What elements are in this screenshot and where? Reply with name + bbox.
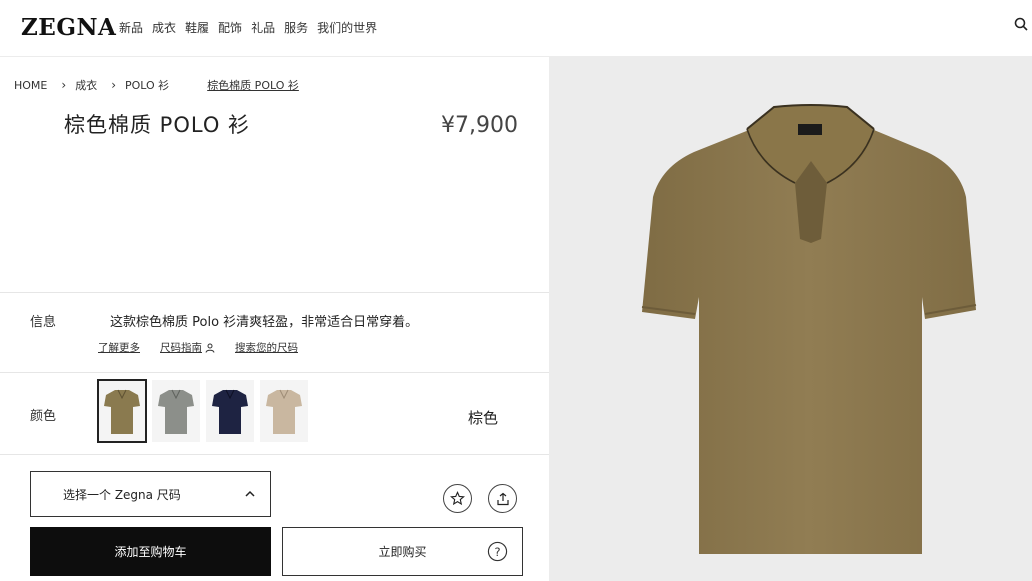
polo-grey-icon [158, 389, 194, 434]
swatch-brown[interactable] [97, 379, 147, 443]
divider [0, 292, 549, 293]
selected-color-name: 棕色 [468, 409, 499, 427]
chevron-up-icon [245, 490, 255, 497]
share-button[interactable] [488, 484, 517, 513]
size-select-label: 选择一个 Zegna 尺码 [63, 487, 181, 502]
polo-brown-icon [104, 389, 140, 434]
polo-navy-icon [212, 389, 248, 434]
info-label: 信息 [30, 315, 57, 330]
wishlist-button[interactable] [443, 484, 472, 513]
product-title: 棕色棉质 POLO 衫 [64, 113, 251, 137]
nav-item-shoes[interactable]: 鞋履 [185, 19, 209, 36]
divider [0, 454, 549, 455]
info-links: 了解更多 尺码指南 搜索您的尺码 [98, 340, 298, 355]
color-swatches [97, 379, 308, 443]
learn-more-link[interactable]: 了解更多 [98, 340, 140, 355]
breadcrumb: HOME › 成衣 › POLO 衫 棕色棉质 POLO 衫 [14, 77, 299, 93]
chevron-right-icon: › [61, 78, 67, 92]
swatch-grey[interactable] [152, 380, 200, 442]
nav-item-our-world[interactable]: 我们的世界 [317, 19, 377, 36]
breadcrumb-current[interactable]: 棕色棉质 POLO 衫 [207, 77, 299, 93]
color-label: 颜色 [30, 409, 57, 424]
nav-item-services[interactable]: 服务 [284, 19, 308, 36]
product-image [549, 57, 1032, 581]
size-guide-link[interactable]: 尺码指南 [160, 340, 215, 355]
size-guide-label: 尺码指南 [160, 342, 202, 354]
breadcrumb-apparel[interactable]: 成衣 [75, 77, 97, 93]
polo-shirt-image [641, 104, 977, 554]
person-icon [205, 343, 215, 353]
star-icon [450, 491, 465, 506]
swatch-beige[interactable] [260, 380, 308, 442]
product-price: ¥7,900 [441, 113, 518, 138]
find-size-link[interactable]: 搜索您的尺码 [235, 340, 298, 355]
size-select[interactable]: 选择一个 Zegna 尺码 [30, 471, 271, 517]
search-icon[interactable] [1014, 17, 1028, 31]
product-description: 这款棕色棉质 Polo 衫清爽轻盈，非常适合日常穿着。 [110, 315, 419, 330]
nav-item-new[interactable]: 新品 [119, 19, 143, 36]
polo-beige-icon [266, 389, 302, 434]
nav-item-gifts[interactable]: 礼品 [251, 19, 275, 36]
svg-text:?: ? [494, 545, 500, 559]
share-icon [496, 492, 509, 505]
breadcrumb-polo[interactable]: POLO 衫 [125, 77, 169, 93]
top-navigation: ZEGNA 新品 成衣 鞋履 配饰 礼品 服务 我们的世界 [0, 0, 1032, 57]
add-to-cart-button[interactable]: 添加至购物车 [30, 527, 271, 576]
nav-item-apparel[interactable]: 成衣 [152, 19, 176, 36]
product-details-panel: HOME › 成衣 › POLO 衫 棕色棉质 POLO 衫 棕色棉质 POLO… [0, 57, 549, 581]
divider [0, 372, 549, 373]
question-icon[interactable]: ? [487, 541, 508, 562]
breadcrumb-home[interactable]: HOME [14, 79, 47, 92]
nav-item-accessories[interactable]: 配饰 [218, 19, 242, 36]
main-nav: 新品 成衣 鞋履 配饰 礼品 服务 我们的世界 [119, 19, 377, 36]
swatch-navy[interactable] [206, 380, 254, 442]
buy-now-label: 立即购买 [378, 545, 427, 559]
chevron-right-icon: › [111, 78, 116, 92]
zegna-logo[interactable]: ZEGNA [21, 14, 116, 41]
buy-now-button[interactable]: 立即购买 ? [282, 527, 523, 576]
